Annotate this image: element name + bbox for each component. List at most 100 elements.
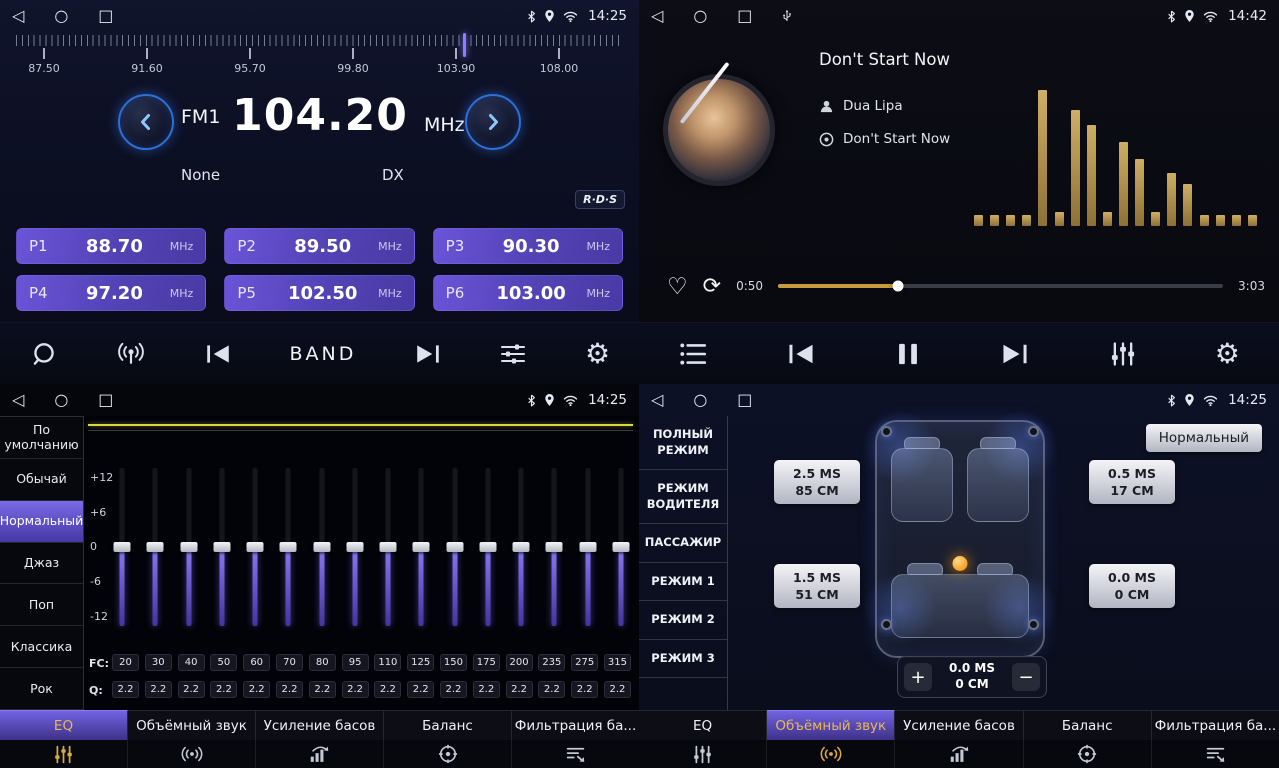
balance-icon[interactable] xyxy=(1024,740,1152,768)
tab-bass-boost[interactable]: Усиление басов xyxy=(895,710,1023,740)
eq-sliders-icon[interactable] xyxy=(0,740,128,768)
recents-icon[interactable]: □ xyxy=(737,392,752,408)
home-icon[interactable]: ○ xyxy=(54,392,68,408)
preset-p1[interactable]: P1 88.70 MHz xyxy=(16,228,206,264)
mode-1[interactable]: РЕЖИМ 1 xyxy=(639,563,727,602)
bass-boost-icon[interactable] xyxy=(256,740,384,768)
eq-band-slider[interactable] xyxy=(145,468,165,626)
progress-bar[interactable] xyxy=(778,284,1223,288)
settings-gear-icon[interactable]: ⚙ xyxy=(585,340,610,368)
eq-preset-custom[interactable]: Обычай xyxy=(0,459,83,501)
eq-preset-jazz[interactable]: Джаз xyxy=(0,543,83,585)
eq-band-slider[interactable] xyxy=(478,468,498,626)
broadcast-antenna-icon[interactable] xyxy=(116,339,146,369)
preset-p4[interactable]: P4 97.20 MHz xyxy=(16,275,206,311)
recents-icon[interactable]: □ xyxy=(98,392,113,408)
delay-rear-right-button[interactable]: 0.0 MS 0 CM xyxy=(1089,564,1175,608)
favorite-heart-icon[interactable]: ♡ xyxy=(667,273,688,300)
previous-station-icon[interactable] xyxy=(204,342,232,366)
eq-band-slider[interactable] xyxy=(611,468,631,626)
eq-slider-knob[interactable] xyxy=(579,542,596,552)
eq-slider-knob[interactable] xyxy=(114,542,131,552)
eq-sliders-icon[interactable] xyxy=(639,740,767,768)
preset-p5[interactable]: P5 102.50 MHz xyxy=(224,275,414,311)
tab-surround[interactable]: Объёмный звук xyxy=(767,710,895,740)
eq-slider-knob[interactable] xyxy=(213,542,230,552)
eq-slider-knob[interactable] xyxy=(380,542,397,552)
back-icon[interactable]: ◁ xyxy=(12,392,24,408)
tab-eq[interactable]: EQ xyxy=(0,710,128,740)
eq-band-slider[interactable] xyxy=(245,468,265,626)
tab-eq[interactable]: EQ xyxy=(639,710,767,740)
eq-slider-knob[interactable] xyxy=(546,542,563,552)
eq-slider-knob[interactable] xyxy=(313,542,330,552)
eq-preset-pop[interactable]: Поп xyxy=(0,584,83,626)
band-button[interactable]: BAND xyxy=(289,343,356,365)
eq-slider-knob[interactable] xyxy=(513,542,530,552)
eq-slider-knob[interactable] xyxy=(247,542,264,552)
eq-band-slider[interactable] xyxy=(544,468,564,626)
progress-knob[interactable] xyxy=(893,281,904,292)
back-icon[interactable]: ◁ xyxy=(651,392,663,408)
back-icon[interactable]: ◁ xyxy=(12,8,24,24)
eq-band-slider[interactable] xyxy=(112,468,132,626)
eq-slider-knob[interactable] xyxy=(612,542,629,552)
delay-front-left-button[interactable]: 2.5 MS 85 CM xyxy=(774,460,860,504)
preset-p2[interactable]: P2 89.50 MHz xyxy=(224,228,414,264)
eq-band-slider[interactable] xyxy=(411,468,431,626)
eq-band-slider[interactable] xyxy=(345,468,365,626)
mode-passenger[interactable]: ПАССАЖИР xyxy=(639,524,727,563)
eq-preset-default[interactable]: По умолчанию xyxy=(0,417,83,459)
eq-preset-normal[interactable]: Нормальный xyxy=(0,501,83,543)
tab-filter[interactable]: Фильтрация ба... xyxy=(512,710,639,740)
home-icon[interactable]: ○ xyxy=(54,8,68,24)
mode-driver[interactable]: РЕЖИМ ВОДИТЕЛЯ xyxy=(639,470,727,524)
previous-track-icon[interactable] xyxy=(786,341,816,367)
tab-balance[interactable]: Баланс xyxy=(384,710,512,740)
back-icon[interactable]: ◁ xyxy=(651,8,663,24)
pause-icon[interactable] xyxy=(894,340,922,368)
mode-3[interactable]: РЕЖИМ 3 xyxy=(639,640,727,679)
eq-slider-knob[interactable] xyxy=(446,542,463,552)
listening-position-dot[interactable] xyxy=(953,556,968,571)
eq-band-slider[interactable] xyxy=(179,468,199,626)
tab-surround[interactable]: Объёмный звук xyxy=(128,710,256,740)
eq-band-slider[interactable] xyxy=(312,468,332,626)
mode-full[interactable]: ПОЛНЫЙ РЕЖИМ xyxy=(639,416,727,470)
decrease-delay-button[interactable]: − xyxy=(1012,663,1040,691)
delay-front-right-button[interactable]: 0.5 MS 17 CM xyxy=(1089,460,1175,504)
delay-rear-left-button[interactable]: 1.5 MS 51 CM xyxy=(774,564,860,608)
audio-sliders-icon[interactable] xyxy=(499,342,527,366)
frequency-scale[interactable]: 87.5091.6095.7099.80103.90108.00 xyxy=(0,32,639,84)
preset-p6[interactable]: P6 103.00 MHz xyxy=(433,275,623,311)
eq-band-slider[interactable] xyxy=(511,468,531,626)
tab-balance[interactable]: Баланс xyxy=(1024,710,1152,740)
eq-band-slider[interactable] xyxy=(445,468,465,626)
recents-icon[interactable]: □ xyxy=(737,8,752,24)
eq-slider-knob[interactable] xyxy=(180,542,197,552)
increase-delay-button[interactable]: + xyxy=(904,663,932,691)
recents-icon[interactable]: □ xyxy=(98,8,113,24)
eq-slider-knob[interactable] xyxy=(479,542,496,552)
bass-boost-icon[interactable] xyxy=(895,740,1023,768)
album-art[interactable] xyxy=(663,74,775,186)
eq-band-slider[interactable] xyxy=(378,468,398,626)
next-track-icon[interactable] xyxy=(1000,341,1030,367)
balance-icon[interactable] xyxy=(384,740,512,768)
eq-band-slider[interactable] xyxy=(212,468,232,626)
tune-up-button[interactable] xyxy=(465,94,521,150)
eq-slider-knob[interactable] xyxy=(346,542,363,552)
eq-slider-knob[interactable] xyxy=(280,542,297,552)
tab-bass-boost[interactable]: Усиление басов xyxy=(256,710,384,740)
home-icon[interactable]: ○ xyxy=(693,392,707,408)
eq-preset-classic[interactable]: Классика xyxy=(0,626,83,668)
eq-preset-rock[interactable]: Рок xyxy=(0,668,83,710)
mode-2[interactable]: РЕЖИМ 2 xyxy=(639,601,727,640)
filter-icon[interactable] xyxy=(1152,740,1279,768)
sound-preset-badge[interactable]: Нормальный xyxy=(1146,424,1262,452)
settings-gear-icon[interactable]: ⚙ xyxy=(1215,340,1240,368)
tune-down-button[interactable] xyxy=(118,94,174,150)
surround-icon[interactable] xyxy=(767,740,895,768)
eq-band-slider[interactable] xyxy=(278,468,298,626)
playlist-icon[interactable] xyxy=(678,341,708,367)
